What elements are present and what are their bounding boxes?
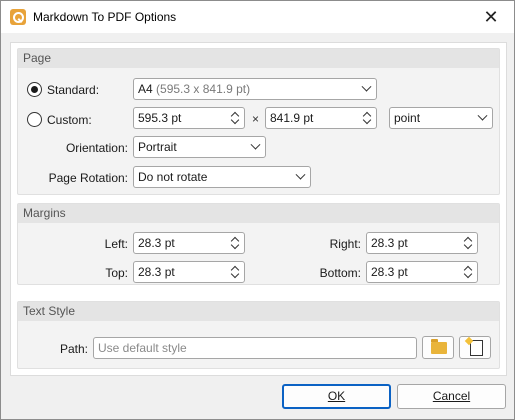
spin-arrows-icon[interactable]	[362, 110, 372, 126]
custom-width-input[interactable]: 595.3 pt	[133, 107, 245, 129]
rotation-select[interactable]: Do not rotate	[133, 166, 311, 188]
standard-label: Standard:	[47, 83, 100, 97]
new-style-button[interactable]	[459, 336, 491, 359]
right-margin-input[interactable]: 28.3 pt	[366, 232, 478, 254]
app-icon	[10, 9, 26, 25]
spin-arrows-icon[interactable]	[230, 235, 240, 251]
top-margin-input[interactable]: 28.3 pt	[133, 261, 245, 283]
custom-height-input[interactable]: 841.9 pt	[265, 107, 377, 129]
ok-label: OK	[327, 389, 346, 403]
browse-button[interactable]	[422, 336, 454, 359]
folder-open-icon	[431, 339, 447, 354]
top-margin-label: Top:	[105, 266, 128, 280]
new-file-icon	[470, 340, 483, 356]
dialog-content: Page Standard: A4 (595.3 x 841.9 pt) Cus…	[10, 42, 507, 376]
spin-arrows-icon[interactable]	[230, 110, 240, 126]
standard-radio[interactable]	[27, 82, 42, 97]
page-group-header: Page	[18, 49, 499, 68]
bottom-margin-input[interactable]: 28.3 pt	[366, 261, 478, 283]
chevron-down-icon	[477, 110, 488, 121]
margins-group: Margins Left: 28.3 pt Right: 28.3 pt Top…	[17, 203, 500, 285]
orientation-select[interactable]: Portrait	[133, 136, 266, 158]
chevron-down-icon	[295, 169, 306, 180]
unit-select[interactable]: point	[389, 107, 493, 129]
text-style-group: Text Style Path: Use default style	[17, 301, 500, 369]
left-margin-input[interactable]: 28.3 pt	[133, 232, 245, 254]
right-margin-label: Right:	[329, 237, 361, 251]
path-input[interactable]: Use default style	[93, 337, 417, 359]
times-sign: ×	[252, 112, 260, 126]
custom-radio[interactable]	[27, 112, 42, 127]
custom-height-value: 841.9 pt	[270, 111, 314, 125]
cancel-button[interactable]: Cancel	[397, 384, 506, 409]
spin-arrows-icon[interactable]	[463, 235, 473, 251]
path-label: Path:	[59, 342, 88, 356]
window-title: Markdown To PDF Options	[33, 10, 177, 24]
ok-button[interactable]: OK	[282, 384, 391, 409]
left-margin-label: Left:	[104, 237, 128, 251]
left-margin-value: 28.3 pt	[138, 236, 175, 250]
dialog-window: Markdown To PDF Options ✕ Page Standard:…	[0, 0, 515, 420]
text-style-group-header: Text Style	[18, 302, 499, 321]
rotation-value: Do not rotate	[138, 170, 208, 184]
chevron-down-icon	[361, 81, 372, 92]
title-bar: Markdown To PDF Options ✕	[1, 1, 514, 33]
spin-arrows-icon[interactable]	[463, 264, 473, 280]
rotation-label: Page Rotation:	[48, 171, 128, 185]
cancel-label: Cancel	[432, 389, 471, 403]
standard-size-select[interactable]: A4 (595.3 x 841.9 pt)	[133, 78, 377, 100]
orientation-value: Portrait	[138, 140, 177, 154]
margins-group-header: Margins	[18, 204, 499, 223]
orientation-label: Orientation:	[65, 141, 128, 155]
standard-size-value: A4	[138, 82, 153, 96]
top-margin-value: 28.3 pt	[138, 265, 175, 279]
custom-label: Custom:	[47, 113, 92, 127]
close-icon[interactable]: ✕	[468, 1, 514, 33]
bottom-margin-value: 28.3 pt	[371, 265, 408, 279]
bottom-margin-label: Bottom:	[319, 266, 361, 280]
chevron-down-icon	[250, 139, 261, 150]
unit-value: point	[394, 111, 421, 125]
right-margin-value: 28.3 pt	[371, 236, 408, 250]
spin-arrows-icon[interactable]	[230, 264, 240, 280]
standard-size-dims: (595.3 x 841.9 pt)	[156, 82, 251, 96]
custom-width-value: 595.3 pt	[138, 111, 182, 125]
page-group: Page Standard: A4 (595.3 x 841.9 pt) Cus…	[17, 48, 500, 195]
